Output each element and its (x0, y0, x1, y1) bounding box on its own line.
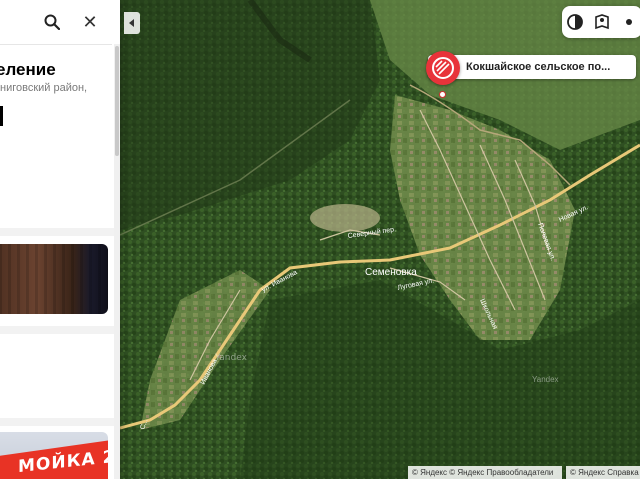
panorama-button[interactable] (589, 7, 616, 37)
more-icon (625, 19, 632, 25)
panorama-icon (595, 14, 609, 30)
place-marker[interactable] (426, 51, 460, 85)
search-button[interactable] (40, 10, 64, 34)
layers-button[interactable] (562, 7, 589, 37)
business-photo[interactable]: МОЙКА 2 (0, 432, 108, 479)
close-button[interactable]: ✕ (78, 10, 102, 34)
sidebar-panel: ✕ еление ниговский район, МОЙКА 2 (0, 0, 120, 479)
place-photo[interactable] (0, 244, 108, 314)
map-controls (562, 6, 640, 38)
layers-icon (567, 14, 584, 30)
yandex-watermark: Yandex (532, 375, 559, 384)
yandex-watermark: Yandex (214, 353, 248, 363)
place-subtitle: ниговский район, (0, 82, 88, 94)
rights-holders-link[interactable]: Правообладатели (487, 468, 554, 477)
map-attribution-right: © Яндекс Справка (566, 466, 640, 479)
section-divider (0, 326, 120, 334)
section-divider (0, 228, 120, 236)
section-marker (0, 106, 3, 126)
sidebar-scroll-thumb[interactable] (115, 46, 119, 156)
collapse-sidebar-button[interactable] (124, 12, 140, 34)
chevron-left-icon (129, 19, 134, 27)
map-attribution: © Яндекс © Яндекс Правообладатели (408, 466, 562, 479)
more-button[interactable] (615, 7, 640, 37)
search-bar[interactable]: ✕ (0, 0, 112, 45)
clearing (310, 204, 380, 232)
close-icon: ✕ (82, 11, 98, 33)
marker-point (439, 91, 446, 98)
stripes-marker-icon (432, 57, 454, 79)
section-divider (0, 418, 120, 426)
village-label: Семеновка (365, 267, 417, 278)
attribution-text: © Яндекс © Яндекс (412, 468, 485, 477)
search-icon (44, 14, 60, 30)
attribution-text: © Яндекс (570, 468, 606, 477)
place-title: еление (0, 60, 56, 79)
help-link[interactable]: Справка (607, 468, 638, 477)
